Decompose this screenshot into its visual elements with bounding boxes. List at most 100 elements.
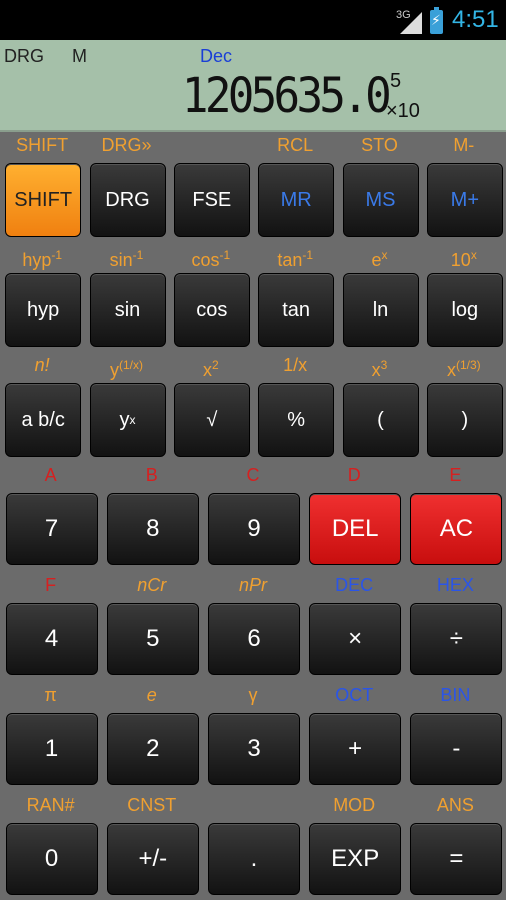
sign-button[interactable]: +/- [106,823,199,895]
ms-button[interactable]: MS [342,163,419,237]
alt-label-x: x(1/3) [422,353,506,380]
key-label: 9 [247,515,261,542]
alt-label-e: ex [337,243,421,270]
alt-label-text: DRG» [101,135,152,155]
shift-button[interactable]: SHIFT [5,163,82,237]
close-paren-button[interactable]: ) [426,383,503,457]
alt-label-c: C [202,463,303,487]
signal-icon [400,12,422,34]
alt-label-text: E [449,465,462,485]
sin-button[interactable]: sin [89,273,166,347]
fse-button[interactable]: FSE [173,163,250,237]
key-label: ( [377,408,384,431]
key-label: a b/c [21,408,65,431]
alt-label-text: π [44,685,57,705]
key-label: 8 [146,515,160,542]
alt-label-superscript: 3 [380,358,388,372]
alt-label-ran: RAN# [0,793,101,817]
alt-label-text: STO [361,135,398,155]
alt-label-blank [202,793,303,817]
key-label: ln [372,298,389,321]
key-label: + [348,735,363,762]
y-button[interactable]: yx [89,383,166,457]
alt-label-text: RAN# [26,795,75,815]
alt-label-text: tan [277,250,303,270]
key-label: 6 [247,625,261,652]
1-button[interactable]: 1 [5,713,98,785]
alt-label-text: A [44,465,57,485]
m-button[interactable]: M+ [426,163,503,237]
key-label: 2 [146,735,160,762]
multiply-button[interactable]: × [309,603,402,675]
key-label: M+ [450,188,479,211]
display-exponent: 5 [390,70,402,92]
alt-label-blank [169,133,253,157]
alt-label-text: M- [453,135,475,155]
exp-button[interactable]: EXP [309,823,402,895]
percent-button[interactable]: % [258,383,335,457]
angle-mode-indicator: DRG [4,46,44,66]
alt-label-text: SHIFT [16,135,69,155]
3-button[interactable]: 3 [208,713,300,785]
mr-button[interactable]: MR [258,163,335,237]
alt-label-text: cos [191,250,220,270]
battery-icon: ⚡ [430,7,443,34]
alt-label-text: y [109,360,119,380]
sqrt-button[interactable]: √ [173,383,250,457]
alt-label-npr: nPr [202,573,303,597]
fraction-button[interactable]: a b/c [5,383,82,457]
key-label: tan [282,298,311,321]
2-button[interactable]: 2 [106,713,199,785]
equals-button[interactable]: = [410,823,503,895]
key-label: DEL [331,515,379,542]
key-label: 1 [44,735,59,762]
cos-button[interactable]: cos [173,273,250,347]
key-label: ) [461,408,469,431]
key-label: y [119,408,130,431]
alt-label-text: D [347,465,361,485]
ac-button[interactable]: AC [410,493,503,565]
alt-label-sin: sin-1 [84,243,168,270]
7-button[interactable]: 7 [5,493,98,565]
alt-label-text: ANS [436,795,474,815]
drg-button[interactable]: DRG [89,163,166,237]
plus-button[interactable]: + [309,713,402,785]
alt-label-superscript: (1/x) [118,358,143,372]
decimal-button[interactable]: . [208,823,300,895]
alt-label-f: F [0,573,101,597]
key-label: hyp [27,298,60,321]
alt-label-superscript: -1 [302,248,314,262]
open-paren-button[interactable]: ( [342,383,419,457]
alt-label-text: e [371,250,382,270]
0-button[interactable]: 0 [5,823,98,895]
tan-button[interactable]: tan [258,273,335,347]
key-label: 3 [247,735,261,762]
key-label: . [250,845,258,872]
key-label: 4 [44,625,59,652]
minus-button[interactable]: - [410,713,503,785]
divide-button[interactable]: ÷ [410,603,503,675]
9-button[interactable]: 9 [208,493,300,565]
log-button[interactable]: log [426,273,503,347]
alt-label-text: e [146,685,157,705]
alt-label-text: sin [109,250,133,270]
4-button[interactable]: 4 [5,603,98,675]
alt-label-oct: OCT [304,683,405,707]
del-button[interactable]: DEL [309,493,402,565]
ln-button[interactable]: ln [342,273,419,347]
alt-label-ncr: nCr [101,573,202,597]
alt-label-text: F [45,575,57,595]
alt-label-ans: ANS [405,793,506,817]
alt-label-text: DEC [335,575,374,595]
alt-label-text: B [145,465,158,485]
hyp-button[interactable]: hyp [5,273,82,347]
5-button[interactable]: 5 [106,603,199,675]
key-label: = [449,845,464,872]
alt-label-text: OCT [335,685,374,705]
status-bar: 3G ⚡ 4:51 [0,0,506,40]
8-button[interactable]: 8 [106,493,199,565]
key-label: cos [196,298,228,321]
alt-label-x: x2 [169,353,253,380]
6-button[interactable]: 6 [208,603,300,675]
key-label: AC [439,515,474,542]
